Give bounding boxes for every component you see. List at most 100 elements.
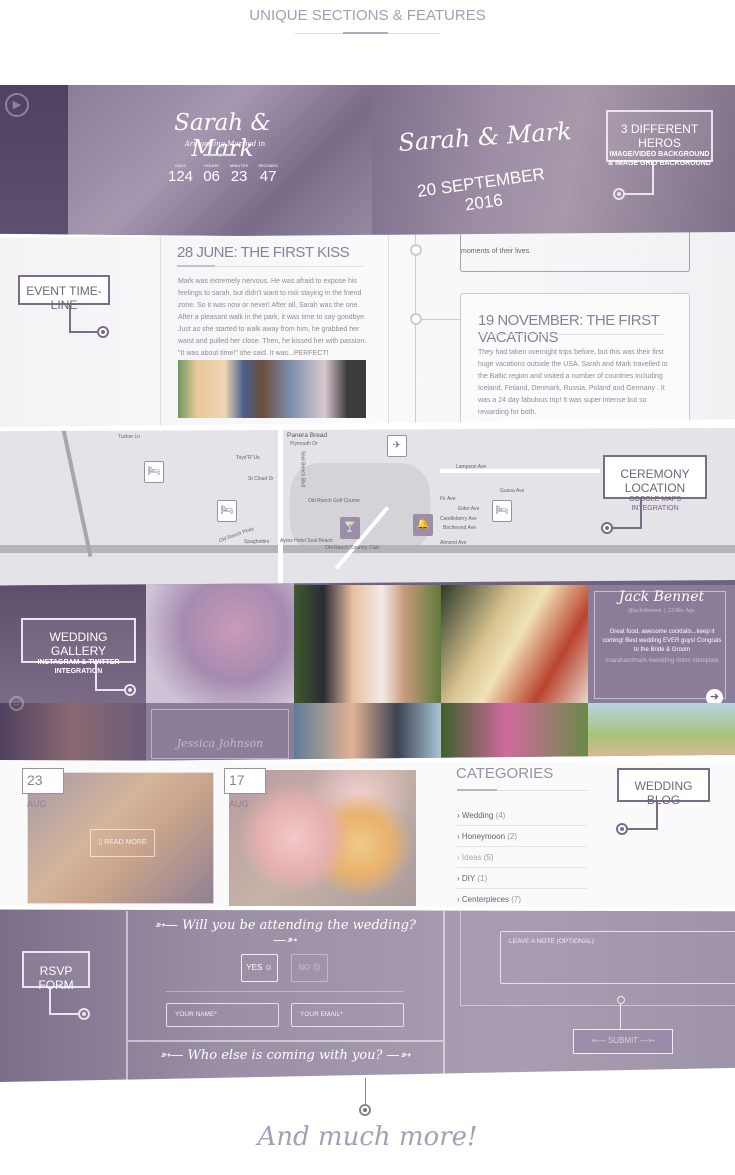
play-circle-icon[interactable]: ▶ [5, 93, 29, 117]
column-border [160, 232, 161, 427]
connector-line [652, 162, 654, 195]
connector-line [628, 828, 658, 830]
category-name: Honeymoon [461, 832, 506, 841]
panel-border [126, 911, 128, 1082]
cocktail-icon[interactable]: 🍸 [340, 517, 360, 539]
map-label: Candleberry Ave [440, 516, 477, 522]
post-day: 17 [229, 772, 245, 788]
name-input[interactable]: YOUR NAME* [166, 1003, 279, 1027]
tweet-text: Great food, awesome cocktails...keep it … [602, 629, 722, 653]
submit-button[interactable]: ➳— SUBMIT —➳ [573, 1029, 673, 1054]
categories-title: CATEGORIES [456, 765, 554, 782]
connector-line [640, 499, 642, 529]
countdown-seconds: SECONDS 47 [258, 163, 278, 185]
no-button[interactable]: NO ☹ [291, 954, 328, 982]
post-month: AUG [27, 799, 47, 809]
map-label: Panera Bread [286, 432, 329, 439]
arrow-left-icon[interactable]: ← [9, 696, 24, 711]
connector-line [49, 1013, 79, 1015]
category-name: Ideas [461, 853, 482, 862]
map-section: Tucker Ln Panera Bread Plymouth Dr Toys"… [0, 428, 735, 586]
connector-line [69, 331, 99, 333]
map-label: Spaghettini [244, 539, 270, 545]
hotel-icon[interactable]: 🛏 [217, 500, 237, 522]
attendance-question: ➳— Will you be attending the wedding? —➳ [154, 918, 416, 948]
connector-dot [359, 1104, 371, 1116]
post-date-badge: 17 AUG [224, 768, 266, 809]
callout-title: CEREMONY LOCATION [620, 467, 690, 495]
connector-dot [97, 326, 109, 338]
category-count: (1) [477, 874, 488, 883]
hotel-icon[interactable]: 🛏 [492, 500, 512, 522]
category-name: Wedding [461, 811, 494, 820]
map-label: Lampson Ave [456, 464, 487, 470]
connector-dot [616, 823, 628, 835]
tweet-tags[interactable]: #sarahandmark #wedding #html #template [602, 657, 722, 666]
guests-heading: ➳— Who else is coming with you? —➳ [159, 1048, 411, 1063]
event-title: 28 JUNE: THE FIRST KISS [177, 244, 350, 261]
title-rule [457, 789, 587, 791]
caption-frame [151, 709, 289, 759]
yes-button[interactable]: YES ☺ [241, 954, 278, 982]
connector-dot [601, 522, 613, 534]
callout-ceremony-location: CEREMONY LOCATION GOOGLE MAPS INTEGRATIO… [603, 455, 707, 512]
couple-photo [294, 585, 441, 703]
map-label: Toys"R"Us [236, 455, 260, 461]
callout-gallery: WEDDING GALLERY INSTAGRAM & TWITTER INTE… [21, 618, 136, 675]
gallery-photo [294, 703, 441, 762]
callout-subtitle: & IMAGE GRID BACKGROUND [608, 160, 711, 167]
post-date-badge: 23 AUG [22, 768, 64, 809]
category-item[interactable]: › Honeymoon (2) [457, 826, 587, 847]
smile-icon: ☺ [264, 963, 273, 972]
connector-line [620, 1004, 621, 1029]
countdown-value: 23 [230, 168, 248, 185]
map-label: Plymouth Dr [290, 441, 318, 447]
category-name: DIY [461, 874, 476, 883]
panel-border [128, 1040, 443, 1042]
gallery-photo [0, 703, 146, 762]
category-item[interactable]: › Centerpieces (7) [457, 889, 587, 908]
note-textarea[interactable]: LEAVE A NOTE (OPTIONAL) [500, 931, 735, 984]
blog-section: ▯ READ MORE 23 AUG 17 AUG CATEGORIES › W… [0, 760, 735, 908]
tweet-time: 12 Min. Ago [668, 608, 695, 614]
yes-label: YES [246, 963, 263, 972]
callout-timeline: EVENT TIME-LINE [18, 275, 110, 312]
callout-title: EVENT TIME-LINE [26, 284, 102, 312]
timeline-branch [422, 319, 460, 320]
hero-section: ▶ Sarah & Mark Are getting Married in DA… [0, 85, 735, 240]
event-card-previous: moments of their lives. [460, 232, 690, 272]
event-text: moments of their lives. [461, 248, 532, 255]
category-count: (4) [495, 811, 506, 820]
connector-line [95, 663, 97, 691]
hero-divider [203, 154, 236, 156]
connector-dot [617, 996, 625, 1004]
category-count: (5) [483, 853, 494, 862]
freeway-ramp [61, 429, 93, 557]
callout-subtitle: GOOGLE MAPS INTEGRATION [628, 496, 682, 512]
event-text: Mark was extremely nervous. He was afrai… [178, 278, 367, 357]
submit-label: SUBMIT [607, 1036, 639, 1045]
no-label: NO [298, 963, 311, 972]
champagne-photo [441, 585, 588, 703]
post-day: 23 [27, 772, 43, 788]
map-label: Fir Ave [440, 496, 456, 502]
callout-blog: WEDDING BLOG [617, 768, 710, 807]
timeline-node [410, 244, 422, 256]
category-item[interactable]: › Ideas (5) [457, 847, 587, 868]
couple-photo [178, 360, 366, 418]
category-item[interactable]: › DIY (1) [457, 868, 587, 889]
airplane-icon[interactable]: ✈ [387, 435, 407, 457]
event-text: They had taken overnight trips before, b… [478, 349, 668, 416]
category-item[interactable]: › Wedding (4) [457, 805, 587, 826]
panel-border [443, 911, 445, 1082]
tweet-handle[interactable]: @jackstbennet [628, 608, 661, 614]
countdown-days: DAYS 124 [168, 163, 193, 185]
bell-icon[interactable]: 🔔 [413, 514, 433, 536]
email-input[interactable]: YOUR EMAIL* [291, 1003, 404, 1027]
timeline-node [410, 313, 422, 325]
callout-title: 3 DIFFERENT HEROS [620, 122, 699, 150]
connector-line [612, 527, 642, 529]
hotel-icon[interactable]: 🛏 [144, 461, 164, 483]
rsvp-section: RSVP FORM ➳— Will you be attending the w… [0, 909, 735, 1082]
read-more-button[interactable]: ▯ READ MORE [90, 829, 155, 857]
